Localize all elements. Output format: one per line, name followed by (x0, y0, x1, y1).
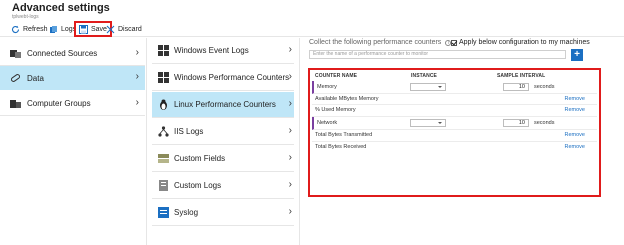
interval-unit: seconds (534, 120, 555, 126)
refresh-label: Refresh (23, 25, 48, 33)
add-counter-button[interactable]: + (571, 49, 583, 61)
counter-group-row: Memory 10 seconds (312, 81, 597, 94)
chevron-right-icon: › (288, 206, 292, 217)
remove-link[interactable]: Remove (565, 107, 585, 113)
settings-nav: Connected Sources › Data › Computer Grou… (0, 38, 147, 245)
checkbox-checked-icon (451, 39, 457, 46)
instance-select[interactable] (410, 119, 446, 127)
remove-link[interactable]: Remove (565, 144, 585, 150)
sidebar-item-connected-sources[interactable]: Connected Sources › (0, 42, 145, 66)
title-bar: Advanced settings tplwebt-logs (0, 0, 624, 22)
page-title: Advanced settings (12, 2, 110, 14)
logs-button[interactable]: Logs (49, 23, 76, 35)
linux-counters-panel: Collect the following performance counte… (305, 38, 624, 245)
chevron-right-icon: › (288, 98, 292, 109)
apply-config-checkbox[interactable]: Apply below configuration to my machines (451, 39, 590, 46)
data-item-label: Windows Performance Counters (174, 73, 290, 82)
data-item-custom-fields[interactable]: Custom Fields › (152, 146, 294, 172)
interval-input[interactable]: 10 (503, 83, 529, 91)
chevron-right-icon: › (288, 179, 292, 190)
custom-logs-icon (158, 180, 169, 191)
sidebar-item-computer-groups[interactable]: Computer Groups › (0, 92, 145, 116)
logs-icon (49, 25, 58, 34)
counter-row: Total Bytes Transmitted Remove (312, 130, 597, 142)
computer-groups-icon (10, 99, 21, 109)
close-icon (106, 25, 115, 34)
save-icon (79, 24, 88, 34)
sidebar-item-label: Data (27, 73, 44, 83)
refresh-icon (11, 25, 20, 34)
chevron-right-icon: › (135, 71, 139, 82)
apply-config-label: Apply below configuration to my machines (459, 39, 590, 46)
windows-icon (158, 45, 169, 56)
data-item-custom-logs[interactable]: Custom Logs › (152, 173, 294, 199)
refresh-button[interactable]: Refresh (11, 23, 48, 35)
column-header-instance: INSTANCE (411, 73, 437, 79)
remove-link[interactable]: Remove (565, 96, 585, 102)
counter-name: Total Bytes Received (315, 144, 367, 150)
discard-label: Discard (118, 25, 142, 33)
interval-unit: seconds (534, 84, 555, 90)
data-item-label: Custom Logs (174, 181, 222, 190)
column-header-interval: SAMPLE INTERVAL (497, 73, 546, 79)
data-item-label: Linux Performance Counters (174, 100, 276, 109)
data-item-windows-performance-counters[interactable]: Windows Performance Counters › (152, 65, 294, 91)
counter-group-row: Network 10 seconds (312, 117, 597, 130)
data-item-label: Windows Event Logs (174, 46, 249, 55)
chevron-right-icon: › (288, 71, 292, 82)
sidebar-item-label: Connected Sources (27, 49, 98, 58)
column-header-name: COUNTER NAME (315, 73, 358, 79)
counter-name: Network (317, 120, 338, 126)
chevron-right-icon: › (288, 125, 292, 136)
linux-icon (158, 99, 169, 110)
chevron-right-icon: › (135, 97, 139, 108)
data-item-label: IIS Logs (174, 127, 204, 136)
save-label: Save (91, 25, 107, 33)
data-icon (10, 73, 21, 83)
counter-name: Total Bytes Transmitted (315, 132, 373, 138)
sources-icon (10, 49, 21, 59)
counter-row: Available MBytes Memory Remove (312, 94, 597, 105)
syslog-icon (158, 207, 169, 218)
counter-row: % Used Memory Remove (312, 105, 597, 117)
data-item-syslog[interactable]: Syslog › (152, 200, 294, 226)
data-item-label: Custom Fields (174, 154, 226, 163)
remove-link[interactable]: Remove (565, 132, 585, 138)
custom-fields-icon (158, 153, 169, 164)
counter-name: Memory (317, 84, 337, 90)
instance-select[interactable] (410, 83, 446, 91)
counter-name: Available MBytes Memory (315, 96, 379, 102)
sidebar-item-label: Computer Groups (27, 99, 91, 108)
counter-row: Total Bytes Received Remove (312, 142, 597, 154)
counter-name: % Used Memory (315, 107, 356, 113)
page-subtitle: tplwebt-logs (12, 14, 39, 20)
data-item-iis-logs[interactable]: IIS Logs › (152, 119, 294, 145)
counters-table: COUNTER NAME INSTANCE SAMPLE INTERVAL Me… (308, 68, 601, 197)
sidebar-item-data[interactable]: Data › (0, 66, 145, 90)
chevron-right-icon: › (288, 152, 292, 163)
counter-name-input[interactable]: Enter the name of a performance counter … (309, 50, 566, 59)
iis-icon (158, 126, 169, 137)
chevron-right-icon: › (288, 44, 292, 55)
data-sources-list: Windows Event Logs › Windows Performance… (148, 38, 300, 245)
data-item-windows-event-logs[interactable]: Windows Event Logs › (152, 38, 294, 64)
discard-button[interactable]: Discard (106, 23, 142, 35)
section-header-text: Collect the following performance counte… (309, 39, 442, 46)
windows-icon (158, 72, 169, 83)
interval-input[interactable]: 10 (503, 119, 529, 127)
data-item-label: Syslog (174, 208, 199, 217)
logs-label: Logs (61, 25, 77, 33)
chevron-right-icon: › (135, 47, 139, 58)
toolbar: Refresh Logs Save Discard (0, 21, 624, 37)
section-header: Collect the following performance counte… (309, 39, 452, 46)
save-button[interactable]: Save (74, 21, 112, 37)
data-item-linux-performance-counters[interactable]: Linux Performance Counters › (152, 92, 294, 118)
